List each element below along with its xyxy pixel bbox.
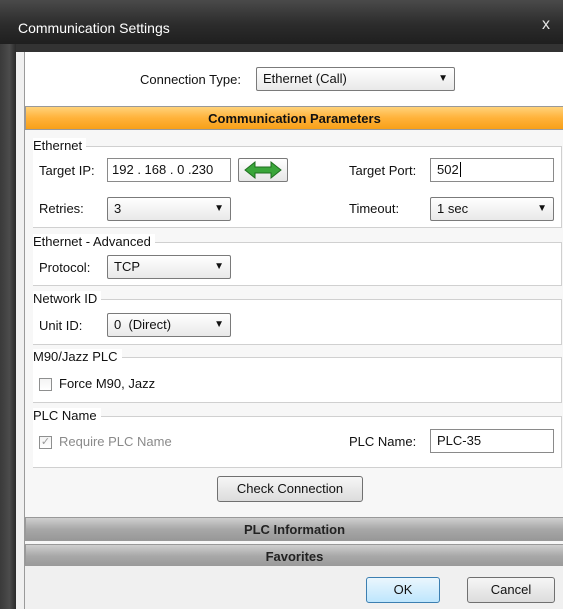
target-port-value: 502 [437, 162, 459, 177]
force-m90-checkbox[interactable] [39, 378, 52, 391]
ip-dot: . [166, 162, 178, 177]
connection-type-select[interactable]: Ethernet (Call) ▼ [256, 67, 455, 91]
protocol-label: Protocol: [39, 260, 91, 275]
protocol-select[interactable]: TCP ▼ [107, 255, 231, 279]
window-frame-left [0, 44, 16, 609]
ip-octet-4: 230 [191, 162, 214, 177]
ethernet-group-title: Ethernet [33, 138, 87, 153]
chevron-down-icon: ▼ [537, 203, 547, 214]
retries-label: Retries: [39, 201, 84, 216]
network-id-title: Network ID [33, 291, 102, 306]
ethernet-advanced-title: Ethernet - Advanced [33, 234, 155, 249]
m90-jazz-group: M90/Jazz PLC Force M90, Jazz [33, 349, 562, 403]
connection-type-label: Connection Type: [140, 72, 241, 87]
unit-id-select[interactable]: 0 (Direct) ▼ [107, 313, 231, 337]
timeout-value: 1 sec [437, 201, 469, 216]
ok-button[interactable]: OK [366, 577, 440, 603]
m90-jazz-title: M90/Jazz PLC [33, 349, 122, 364]
dialog-content: Connection Type: Ethernet (Call) ▼ Commu… [24, 52, 563, 609]
text-caret [459, 162, 461, 177]
chevron-down-icon: ▼ [214, 261, 224, 272]
ip-dot: . [133, 162, 145, 177]
window-frame-top [16, 44, 563, 52]
ip-octet-2: 168 [144, 162, 167, 177]
plc-name-title: PLC Name [33, 408, 101, 423]
unit-id-value: 0 (Direct) [114, 317, 172, 332]
chevron-down-icon: ▼ [214, 319, 224, 330]
connection-type-area: Connection Type: Ethernet (Call) ▼ [25, 52, 563, 107]
communication-settings-window: Communication Settings x Connection Type… [0, 0, 563, 609]
connection-type-value: Ethernet (Call) [263, 71, 347, 86]
plc-name-label: PLC Name: [349, 434, 417, 449]
protocol-value: TCP [114, 259, 140, 274]
target-ip-input[interactable]: 192 . 168 . 0 .230 [107, 158, 231, 182]
window-title: Communication Settings [18, 20, 170, 36]
ip-dot: . [184, 162, 192, 177]
swap-arrows-button[interactable] [238, 158, 288, 182]
retries-select[interactable]: 3 ▼ [107, 197, 231, 221]
communication-parameters-header[interactable]: Communication Parameters [25, 106, 563, 130]
retries-value: 3 [114, 201, 122, 216]
target-port-label: Target Port: [349, 163, 417, 178]
target-ip-label: Target IP: [39, 163, 95, 178]
favorites-header[interactable]: Favorites [25, 544, 563, 568]
swap-arrows-icon [244, 160, 282, 180]
require-plc-name-checkbox[interactable]: ✓ [39, 436, 52, 449]
require-plc-name-label: Require PLC Name [59, 434, 172, 449]
plc-information-header[interactable]: PLC Information [25, 517, 563, 541]
unit-id-label: Unit ID: [39, 318, 83, 333]
timeout-label: Timeout: [349, 201, 400, 216]
timeout-select[interactable]: 1 sec ▼ [430, 197, 554, 221]
ethernet-group: Ethernet Target IP: 192 . 168 . 0 .230 T… [33, 138, 562, 228]
network-id-group: Network ID Unit ID: 0 (Direct) ▼ [33, 291, 562, 345]
ethernet-advanced-group: Ethernet - Advanced Protocol: TCP ▼ [33, 234, 562, 286]
dialog-footer: OK Cancel [25, 566, 563, 609]
ip-octet-1: 192 [112, 162, 134, 177]
plc-name-input[interactable]: PLC-35 [430, 429, 554, 453]
force-m90-label: Force M90, Jazz [59, 376, 156, 391]
close-icon[interactable]: x [535, 14, 557, 36]
chevron-down-icon: ▼ [438, 73, 448, 84]
target-port-input[interactable]: 502 [430, 158, 554, 182]
cancel-button[interactable]: Cancel [467, 577, 555, 603]
check-connection-button[interactable]: Check Connection [217, 476, 363, 502]
plc-name-value: PLC-35 [437, 433, 482, 448]
title-bar: Communication Settings x [0, 0, 563, 44]
plc-name-group: PLC Name ✓ Require PLC Name PLC Name: PL… [33, 408, 562, 468]
chevron-down-icon: ▼ [214, 203, 224, 214]
